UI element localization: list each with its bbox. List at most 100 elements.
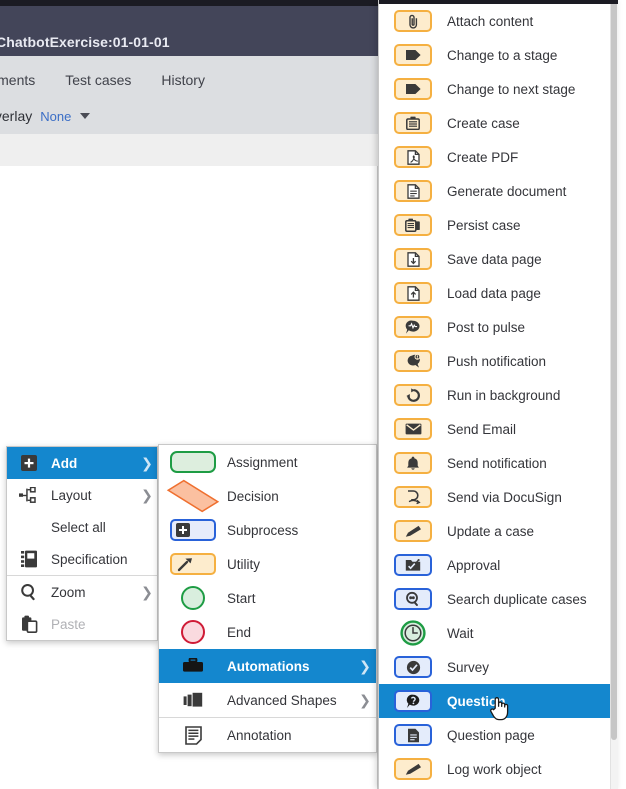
chevron-down-icon[interactable]	[80, 113, 91, 119]
context-menu-item-specification[interactable]: Specification	[7, 543, 157, 575]
shape-menu-item-decision[interactable]: Decision	[159, 479, 376, 513]
automation-label: Send notification	[447, 455, 547, 471]
context-menu-label: Specification	[51, 551, 128, 567]
tab-requirements[interactable]: quirements	[0, 72, 35, 88]
shape-menu-label: End	[227, 624, 252, 640]
automation-label: Question	[447, 693, 506, 709]
automation-item-search-duplicate-cases[interactable]: Search duplicate cases	[379, 582, 618, 616]
shape-menu-item-end[interactable]: End	[159, 615, 376, 649]
context-menu-label: Add	[51, 455, 78, 471]
automation-label: Run in background	[447, 387, 561, 403]
question-bubble-icon	[379, 690, 447, 712]
automation-item-send-via-docusign[interactable]: Send via DocuSign	[379, 480, 618, 514]
automation-item-persist-case[interactable]: Persist case	[379, 208, 618, 242]
pulse-chat-icon	[379, 316, 447, 338]
shape-menu-item-assignment[interactable]: Assignment	[159, 445, 376, 479]
shape-menu-item-automations[interactable]: Automations ❯	[159, 649, 376, 683]
automation-item-attach-content[interactable]: Attach content	[379, 4, 618, 38]
shape-menu-item-annotation[interactable]: Annotation	[159, 718, 376, 752]
shape-menu-item-start[interactable]: Start	[159, 581, 376, 615]
file-up-arrow-icon	[379, 282, 447, 304]
tab-test-cases[interactable]: Test cases	[65, 72, 131, 88]
automation-label: Create case	[447, 115, 520, 131]
automation-item-push-notification[interactable]: Push notification	[379, 344, 618, 378]
automation-item-send-notification[interactable]: Send notification	[379, 446, 618, 480]
automation-item-generate-document[interactable]: Generate document	[379, 174, 618, 208]
automation-item-run-in-background[interactable]: Run in background	[379, 378, 618, 412]
context-menu-item-add[interactable]: Add ❯	[7, 447, 157, 479]
automation-item-wait[interactable]: Wait	[379, 616, 618, 650]
briefcase-icon	[159, 658, 227, 674]
automation-label: Change to next stage	[447, 81, 576, 97]
automation-item-post-to-pulse[interactable]: Post to pulse	[379, 310, 618, 344]
refresh-circle-icon	[379, 384, 447, 406]
automation-label: Change to a stage	[447, 47, 558, 63]
add-shape-submenu[interactable]: Assignment Decision Subprocess Utility S…	[158, 444, 377, 753]
context-menu-label: Select all	[51, 519, 106, 535]
panel-scrollbar[interactable]	[610, 0, 618, 789]
automation-item-question[interactable]: Question	[379, 684, 618, 718]
automation-item-change-to-next-stage[interactable]: Change to next stage	[379, 72, 618, 106]
add-plus-icon	[7, 454, 51, 472]
overlay-control[interactable]: Overlay None	[0, 108, 91, 124]
shape-menu-item-advanced-shapes[interactable]: Advanced Shapes ❯	[159, 683, 376, 717]
chevron-right-icon: ❯	[359, 657, 371, 674]
scrollbar-thumb[interactable]	[611, 0, 617, 740]
stage-tag-icon	[379, 44, 447, 66]
context-menu-item-zoom[interactable]: Zoom ❯	[7, 576, 157, 608]
envelope-icon	[379, 418, 447, 440]
automation-label: Survey	[447, 659, 490, 675]
automation-item-send-email[interactable]: Send Email	[379, 412, 618, 446]
automation-item-approval[interactable]: Approval	[379, 548, 618, 582]
automation-label: Attach content	[447, 13, 534, 29]
automation-item-create-case[interactable]: Create case	[379, 106, 618, 140]
shape-menu-item-utility[interactable]: Utility	[159, 547, 376, 581]
automation-item-update-a-case[interactable]: Update a case	[379, 514, 618, 548]
stage-tag-icon	[379, 78, 447, 100]
chevron-right-icon: ❯	[141, 486, 153, 503]
automation-label: Search duplicate cases	[447, 591, 587, 607]
panel-top-strip	[379, 0, 618, 4]
shape-menu-label: Annotation	[227, 727, 292, 743]
automation-label: Load data page	[447, 285, 541, 301]
document-lines-icon	[379, 180, 447, 202]
shape-menu-label: Subprocess	[227, 522, 299, 538]
pdf-file-icon	[379, 146, 447, 168]
context-menu[interactable]: Add ❯ Layout ❯ Select all Specification …	[6, 446, 158, 641]
chevron-right-icon: ❯	[141, 454, 153, 471]
docusign-icon	[379, 486, 447, 508]
search-duplicate-icon	[379, 588, 447, 610]
tab-history[interactable]: History	[161, 72, 205, 88]
context-menu-item-select-all[interactable]: Select all	[7, 511, 157, 543]
automation-item-change-to-a-stage[interactable]: Change to a stage	[379, 38, 618, 72]
magnifier-icon	[7, 583, 51, 601]
toolbar-strip	[0, 134, 378, 167]
paperclip-icon	[379, 10, 447, 32]
shape-menu-item-subprocess[interactable]: Subprocess	[159, 513, 376, 547]
automation-item-question-page[interactable]: Question page	[379, 718, 618, 752]
automation-item-save-data-page[interactable]: Save data page	[379, 242, 618, 276]
specification-book-icon	[7, 550, 51, 568]
approval-folder-icon	[379, 554, 447, 576]
shape-menu-label: Assignment	[227, 454, 298, 470]
automation-label: Post to pulse	[447, 319, 526, 335]
layout-tree-icon	[7, 487, 51, 503]
subprocess-shape-icon	[159, 519, 227, 541]
utility-shape-icon	[159, 553, 227, 575]
context-menu-item-paste: Paste	[7, 608, 157, 640]
automation-item-survey[interactable]: Survey	[379, 650, 618, 684]
automation-item-log-work-object[interactable]: Log work object	[379, 752, 618, 786]
automation-label: Create PDF	[447, 149, 519, 165]
context-menu-item-layout[interactable]: Layout ❯	[7, 479, 157, 511]
clipboard-paste-icon	[7, 615, 51, 633]
window-title-bar: ChatbotExercise:01-01-01	[0, 6, 378, 56]
automation-item-load-data-page[interactable]: Load data page	[379, 276, 618, 310]
shape-menu-label: Decision	[227, 488, 279, 504]
shape-menu-label: Automations	[227, 658, 310, 674]
case-briefcase-icon	[379, 112, 447, 134]
automation-item-create-pdf[interactable]: Create PDF	[379, 140, 618, 174]
overlay-value[interactable]: None	[40, 109, 71, 124]
automations-submenu[interactable]: Attach content Change to a stage Change …	[378, 0, 618, 789]
automation-label: Save data page	[447, 251, 542, 267]
end-shape-icon	[159, 620, 227, 644]
